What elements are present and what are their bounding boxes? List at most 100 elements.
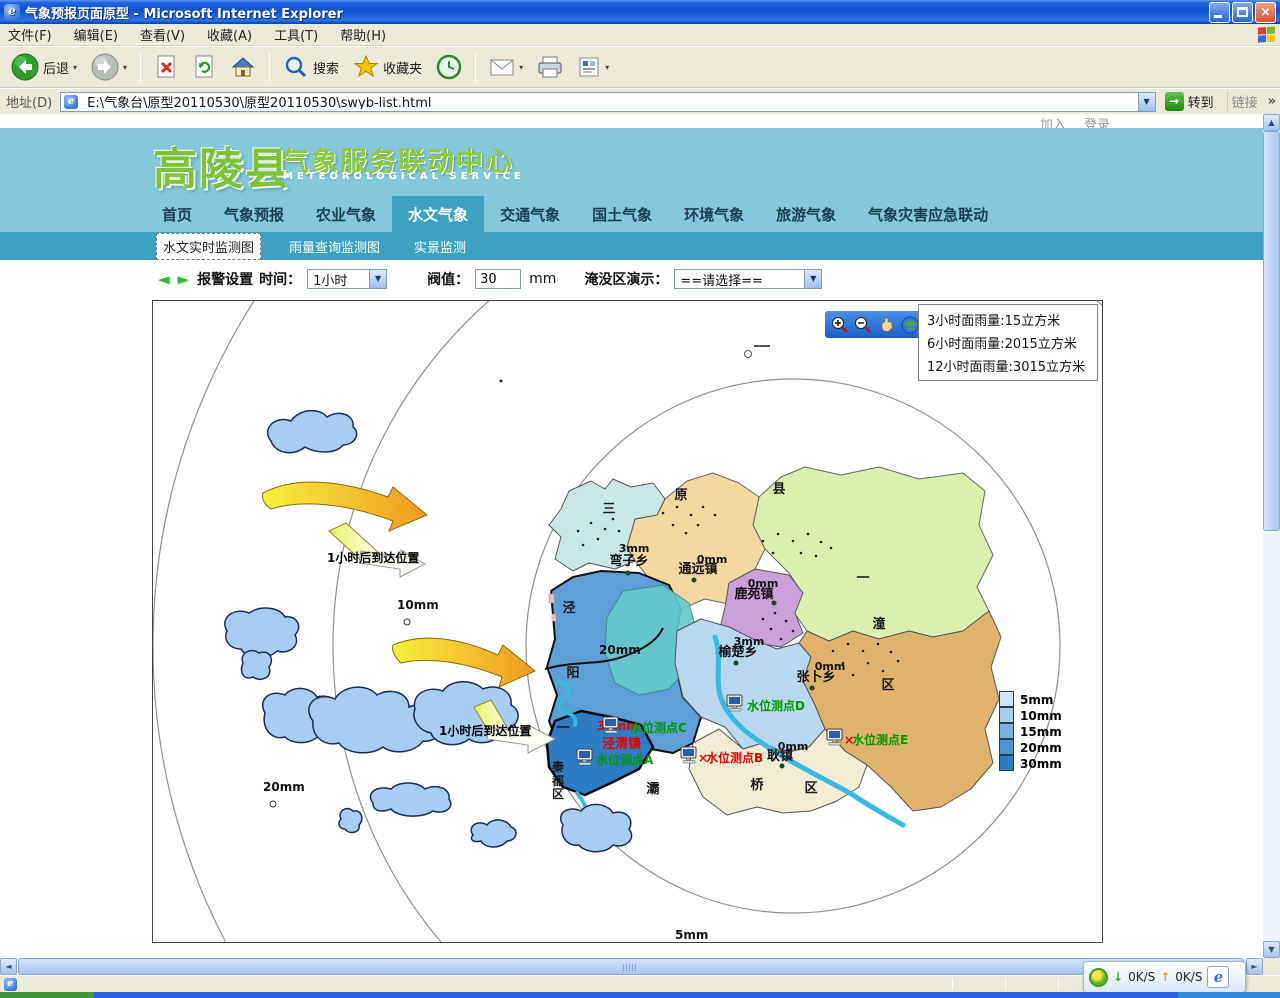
subnav-realtime-monitor[interactable]: 水文实时监测图 bbox=[156, 233, 261, 260]
prev-arrow-icon[interactable]: ◄ bbox=[158, 270, 170, 288]
edit-button[interactable]: ▾ bbox=[572, 53, 614, 81]
site-logo-county: 高陵县 bbox=[153, 133, 291, 197]
flood-select-arrow-icon[interactable]: ▼ bbox=[804, 270, 821, 288]
nav-environment[interactable]: 环境气象 bbox=[668, 196, 760, 232]
links-chevron-icon[interactable]: » bbox=[1268, 94, 1276, 109]
forward-button[interactable]: ▾ bbox=[86, 51, 132, 83]
svg-text:灞: 灞 bbox=[646, 781, 659, 797]
back-dropdown-icon[interactable]: ▾ bbox=[73, 63, 77, 72]
alarm-settings-label: 报警设置 bbox=[197, 269, 253, 289]
nav-agriculture[interactable]: 农业气象 bbox=[300, 196, 392, 232]
time-select[interactable]: 1小时 ▼ bbox=[307, 269, 387, 289]
mail-button[interactable]: ▾ bbox=[484, 54, 528, 80]
svg-text:桥: 桥 bbox=[750, 777, 764, 793]
horizontal-scroll-thumb[interactable] bbox=[18, 958, 1244, 975]
menu-tools[interactable]: 工具(T) bbox=[274, 25, 318, 44]
title-bar[interactable]: e 气象预报页面原型 - Microsoft Internet Explorer… bbox=[0, 0, 1280, 24]
nav-tourism[interactable]: 旅游气象 bbox=[760, 196, 852, 232]
vertical-scroll-thumb[interactable] bbox=[1263, 131, 1280, 531]
hydrology-map[interactable]: 20mm bbox=[153, 301, 1102, 942]
nav-traffic[interactable]: 交通气象 bbox=[484, 196, 576, 232]
status-ie-page-icon: e bbox=[4, 978, 17, 991]
edit-icon bbox=[577, 55, 601, 79]
scroll-down-icon[interactable]: ▼ bbox=[1263, 941, 1280, 958]
threshold-unit: mm bbox=[529, 271, 556, 287]
links-label[interactable]: 链接 bbox=[1227, 92, 1262, 111]
toolbar-separator bbox=[269, 52, 270, 82]
menu-view[interactable]: 查看(V) bbox=[140, 25, 185, 44]
search-label: 搜索 bbox=[313, 58, 339, 77]
minimize-button[interactable] bbox=[1209, 2, 1230, 23]
svg-text:潼: 潼 bbox=[872, 616, 885, 632]
ie-launcher-icon[interactable]: e bbox=[1207, 966, 1229, 988]
windows-flag-icon bbox=[1258, 26, 1276, 43]
home-button[interactable] bbox=[225, 52, 261, 82]
login-link[interactable]: 登录 bbox=[1084, 114, 1110, 128]
print-button[interactable] bbox=[532, 53, 568, 81]
home-icon bbox=[230, 54, 256, 80]
area-rainfall-infobox: 3小时面雨量:15立方米 6小时面雨量:2015立方米 12小时面雨量:3015… bbox=[918, 304, 1098, 381]
subnav-live-view[interactable]: 实景监测 bbox=[408, 234, 472, 259]
edit-dropdown-icon[interactable]: ▾ bbox=[605, 63, 609, 72]
legend-row: 30mm bbox=[999, 755, 1062, 771]
history-icon bbox=[436, 54, 462, 80]
subnav-rain-query[interactable]: 雨量查询监测图 bbox=[283, 234, 386, 259]
vertical-scrollbar[interactable]: ▲ ▼ bbox=[1263, 114, 1280, 958]
favorites-label: 收藏夹 bbox=[383, 58, 422, 77]
zoom-in-icon[interactable] bbox=[830, 315, 850, 335]
scroll-right-icon[interactable]: ► bbox=[1246, 958, 1263, 975]
upload-speed: 0K/S bbox=[1175, 970, 1202, 984]
legend-row: 20mm bbox=[999, 739, 1062, 755]
arrival-label-1: 1小时后到达位置 bbox=[327, 550, 419, 565]
join-link[interactable]: 加入 bbox=[1040, 114, 1066, 128]
menu-edit[interactable]: 编辑(E) bbox=[74, 25, 118, 44]
status-separator bbox=[1058, 978, 1059, 990]
legend-swatch bbox=[999, 755, 1014, 771]
history-button[interactable] bbox=[431, 52, 467, 82]
nav-hydrology[interactable]: 水文气象 bbox=[392, 196, 484, 232]
legend-row: 15mm bbox=[999, 723, 1062, 739]
next-arrow-icon[interactable]: ► bbox=[178, 270, 190, 288]
flood-demo-select[interactable]: ==请选择== ▼ bbox=[674, 269, 822, 289]
forward-dropdown-icon[interactable]: ▾ bbox=[123, 63, 127, 72]
nav-land[interactable]: 国土气象 bbox=[576, 196, 668, 232]
ie-page-icon: e bbox=[64, 95, 78, 109]
menu-favorites[interactable]: 收藏(A) bbox=[207, 25, 252, 44]
address-field[interactable]: e ▼ bbox=[60, 92, 1155, 112]
back-button[interactable]: 后退 ▾ bbox=[6, 51, 82, 83]
svg-text:弯子乡: 弯子乡 bbox=[609, 553, 648, 569]
threshold-input[interactable] bbox=[475, 269, 521, 289]
close-button[interactable]: × bbox=[1255, 2, 1276, 23]
menu-help[interactable]: 帮助(H) bbox=[340, 25, 386, 44]
favorites-button[interactable]: 收藏夹 bbox=[348, 52, 427, 82]
legend-row: 10mm bbox=[999, 707, 1062, 723]
go-icon: → bbox=[1165, 92, 1184, 111]
stop-icon bbox=[154, 54, 178, 80]
time-select-arrow-icon[interactable]: ▼ bbox=[369, 270, 386, 288]
scroll-left-icon[interactable]: ◄ bbox=[0, 958, 17, 975]
threshold-label: 阀值： bbox=[427, 269, 469, 289]
ring-label-5mm: 5mm bbox=[675, 928, 708, 942]
address-input[interactable] bbox=[87, 94, 1133, 109]
legend-label: 30mm bbox=[1020, 757, 1062, 771]
maximize-icon bbox=[1237, 7, 1248, 17]
stop-button[interactable] bbox=[149, 52, 183, 82]
address-dropdown-icon[interactable]: ▼ bbox=[1138, 93, 1155, 111]
horizontal-scrollbar[interactable]: ◄ ► bbox=[0, 958, 1263, 975]
pan-hand-icon[interactable] bbox=[877, 315, 897, 335]
refresh-button[interactable] bbox=[187, 52, 221, 82]
maximize-button[interactable] bbox=[1232, 2, 1253, 23]
menu-file[interactable]: 文件(F) bbox=[8, 25, 52, 44]
nav-home[interactable]: 首页 bbox=[146, 196, 208, 232]
go-button[interactable]: → 转到 bbox=[1162, 91, 1221, 112]
address-label: 地址(D) bbox=[4, 92, 54, 111]
mail-dropdown-icon[interactable]: ▾ bbox=[519, 63, 523, 72]
status-separator bbox=[952, 978, 953, 990]
nav-weather-forecast[interactable]: 气象预报 bbox=[208, 196, 300, 232]
nav-disaster-emergency[interactable]: 气象灾害应急联动 bbox=[852, 196, 1004, 232]
zoom-out-icon[interactable] bbox=[853, 315, 873, 335]
search-button[interactable]: 搜索 bbox=[278, 52, 344, 82]
taskbar-edge[interactable] bbox=[0, 992, 1280, 998]
scroll-up-icon[interactable]: ▲ bbox=[1263, 114, 1280, 131]
traffic-monitor-widget[interactable]: ↓ 0K/S ↑ 0K/S e bbox=[1083, 961, 1246, 993]
